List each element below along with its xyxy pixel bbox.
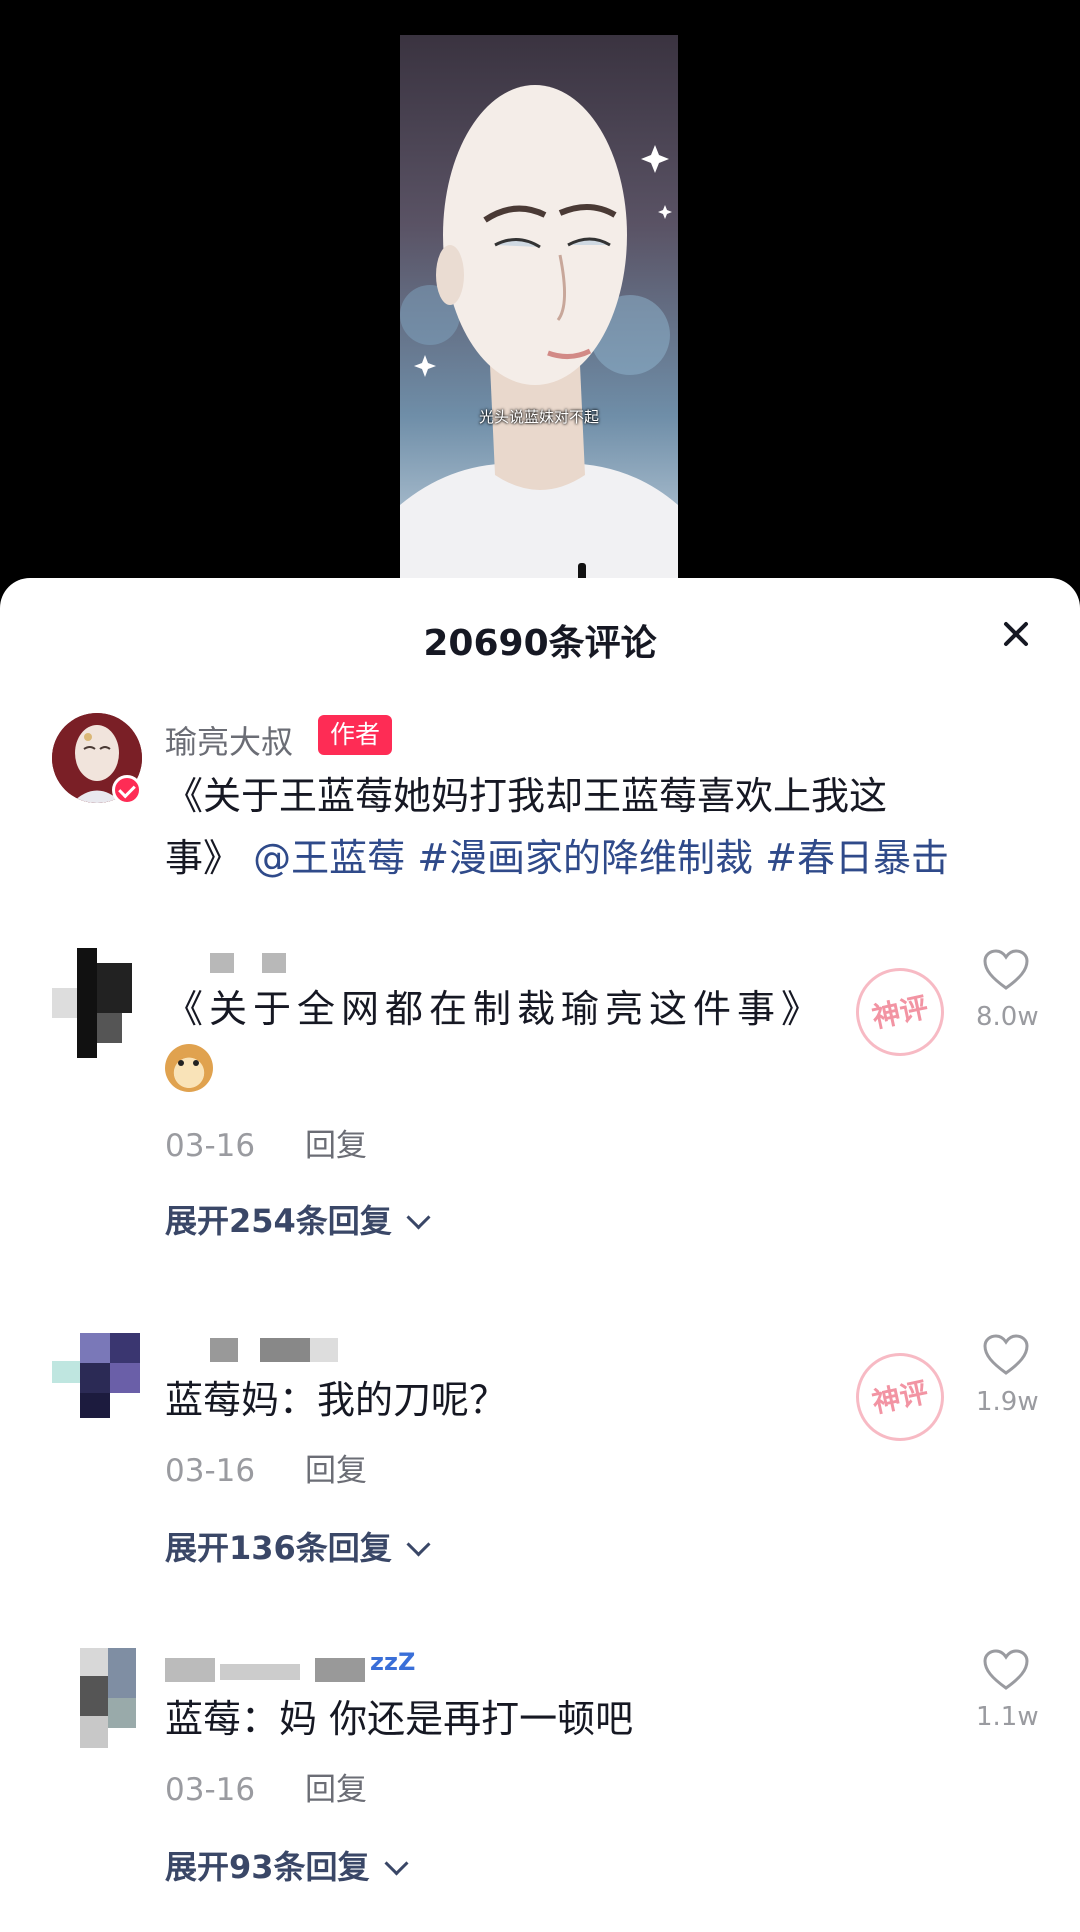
comment-text: 蓝莓：妈 你还是再打一顿吧	[165, 1697, 634, 1741]
avatar[interactable]	[52, 948, 142, 1058]
reply-button[interactable]: 回复	[305, 1772, 367, 1808]
expand-replies-label: 展开93条回复	[165, 1848, 370, 1886]
comment-text: 《关于全网都在制裁瑜亮这件事》	[165, 987, 826, 1031]
mention-link[interactable]: @王蓝莓	[253, 836, 405, 880]
comment-date: 03-16	[165, 1128, 256, 1164]
reply-button[interactable]: 回复	[305, 1453, 367, 1489]
video-subtitle: 光头说蓝妹对不起	[478, 408, 599, 426]
manga-character-illustration	[400, 85, 678, 580]
expand-replies-label: 展开136条回复	[165, 1529, 392, 1567]
comment-item[interactable]: zzZ 蓝莓：妈 你还是再打一顿吧 1.1w 03-16 回复 展开93条回复	[0, 1648, 1080, 1918]
like-count: 8.0w	[976, 1002, 1039, 1032]
comment-text: 蓝莓妈：我的刀呢？	[165, 1378, 508, 1422]
comment-meta: 03-16 回复	[165, 1764, 367, 1809]
comment-meta: 03-16 回复	[165, 1445, 367, 1490]
expand-replies-button[interactable]: 展开254条回复	[165, 1196, 431, 1242]
expand-replies-button[interactable]: 展开136条回复	[165, 1523, 431, 1569]
reply-button[interactable]: 回复	[305, 1128, 367, 1164]
heart-icon	[983, 1649, 1029, 1690]
hashtag-link[interactable]: #漫画家的降维制裁	[417, 836, 753, 880]
video-player[interactable]: 光头说蓝妹对不起	[0, 0, 1080, 600]
video-frame: 光头说蓝妹对不起	[400, 35, 678, 580]
heart-icon	[983, 949, 1029, 990]
comment-date: 03-16	[165, 1772, 256, 1808]
comment-count-title: 20690条评论	[423, 623, 657, 664]
username-blurred[interactable]	[165, 1338, 345, 1366]
author-comment-line2: 事》	[165, 836, 242, 880]
god-comment-stamp: 神评	[847, 959, 953, 1065]
avatar[interactable]	[52, 1333, 142, 1418]
god-comment-stamp: 神评	[847, 1344, 953, 1450]
expand-replies-button[interactable]: 展开93条回复	[165, 1842, 409, 1888]
comment-item[interactable]: 《关于全网都在制裁瑜亮这件事》 神评 8.0w 03-16 回复 展开254条回…	[0, 948, 1080, 1248]
username-blurred[interactable]	[210, 953, 290, 977]
zzz-emoji: zzZ	[370, 1648, 416, 1676]
author-username[interactable]: 瑜亮大叔	[165, 717, 293, 763]
comment-meta: 03-16 回复	[165, 1120, 367, 1165]
verified-badge-icon	[112, 775, 142, 805]
heart-icon	[983, 1334, 1029, 1375]
comment-date: 03-16	[165, 1453, 256, 1489]
avatar[interactable]	[52, 1648, 142, 1748]
like-button[interactable]: 1.1w	[976, 1648, 1039, 1732]
comments-header: 20690条评论	[0, 578, 1080, 698]
author-comment-line1: 《关于王蓝莓她妈打我却王蓝莓喜欢上我这	[165, 774, 888, 818]
author-comment[interactable]: 瑜亮大叔 作者 《关于王蓝莓她妈打我却王蓝莓喜欢上我这 事》 @王蓝莓 #漫画家…	[0, 713, 1080, 880]
expand-replies-label: 展开254条回复	[165, 1202, 392, 1240]
like-count: 1.9w	[976, 1387, 1039, 1417]
hashtag-link[interactable]: #春日暴击	[765, 836, 949, 880]
comments-sheet: 20690条评论 瑜亮大叔 作者 《关于王蓝莓她妈打我却王蓝莓喜欢上我这 事》 …	[0, 578, 1080, 1932]
username-blurred[interactable]	[165, 1658, 405, 1686]
like-button[interactable]: 8.0w	[976, 948, 1039, 1032]
comment-item[interactable]: 蓝莓妈：我的刀呢？ 神评 1.9w 03-16 回复 展开136条回复	[0, 1333, 1080, 1593]
like-button[interactable]: 1.9w	[976, 1333, 1039, 1417]
author-tag-badge: 作者	[318, 715, 393, 755]
close-icon	[1004, 622, 1028, 646]
doge-emoji	[165, 1044, 213, 1092]
close-button[interactable]	[996, 614, 1036, 654]
chevron-down-icon	[406, 1205, 431, 1230]
chevron-down-icon	[384, 1851, 409, 1876]
chevron-down-icon	[406, 1532, 431, 1557]
author-comment-text: 《关于王蓝莓她妈打我却王蓝莓喜欢上我这 事》 @王蓝莓 #漫画家的降维制裁 #春…	[165, 765, 949, 889]
like-count: 1.1w	[976, 1702, 1039, 1732]
